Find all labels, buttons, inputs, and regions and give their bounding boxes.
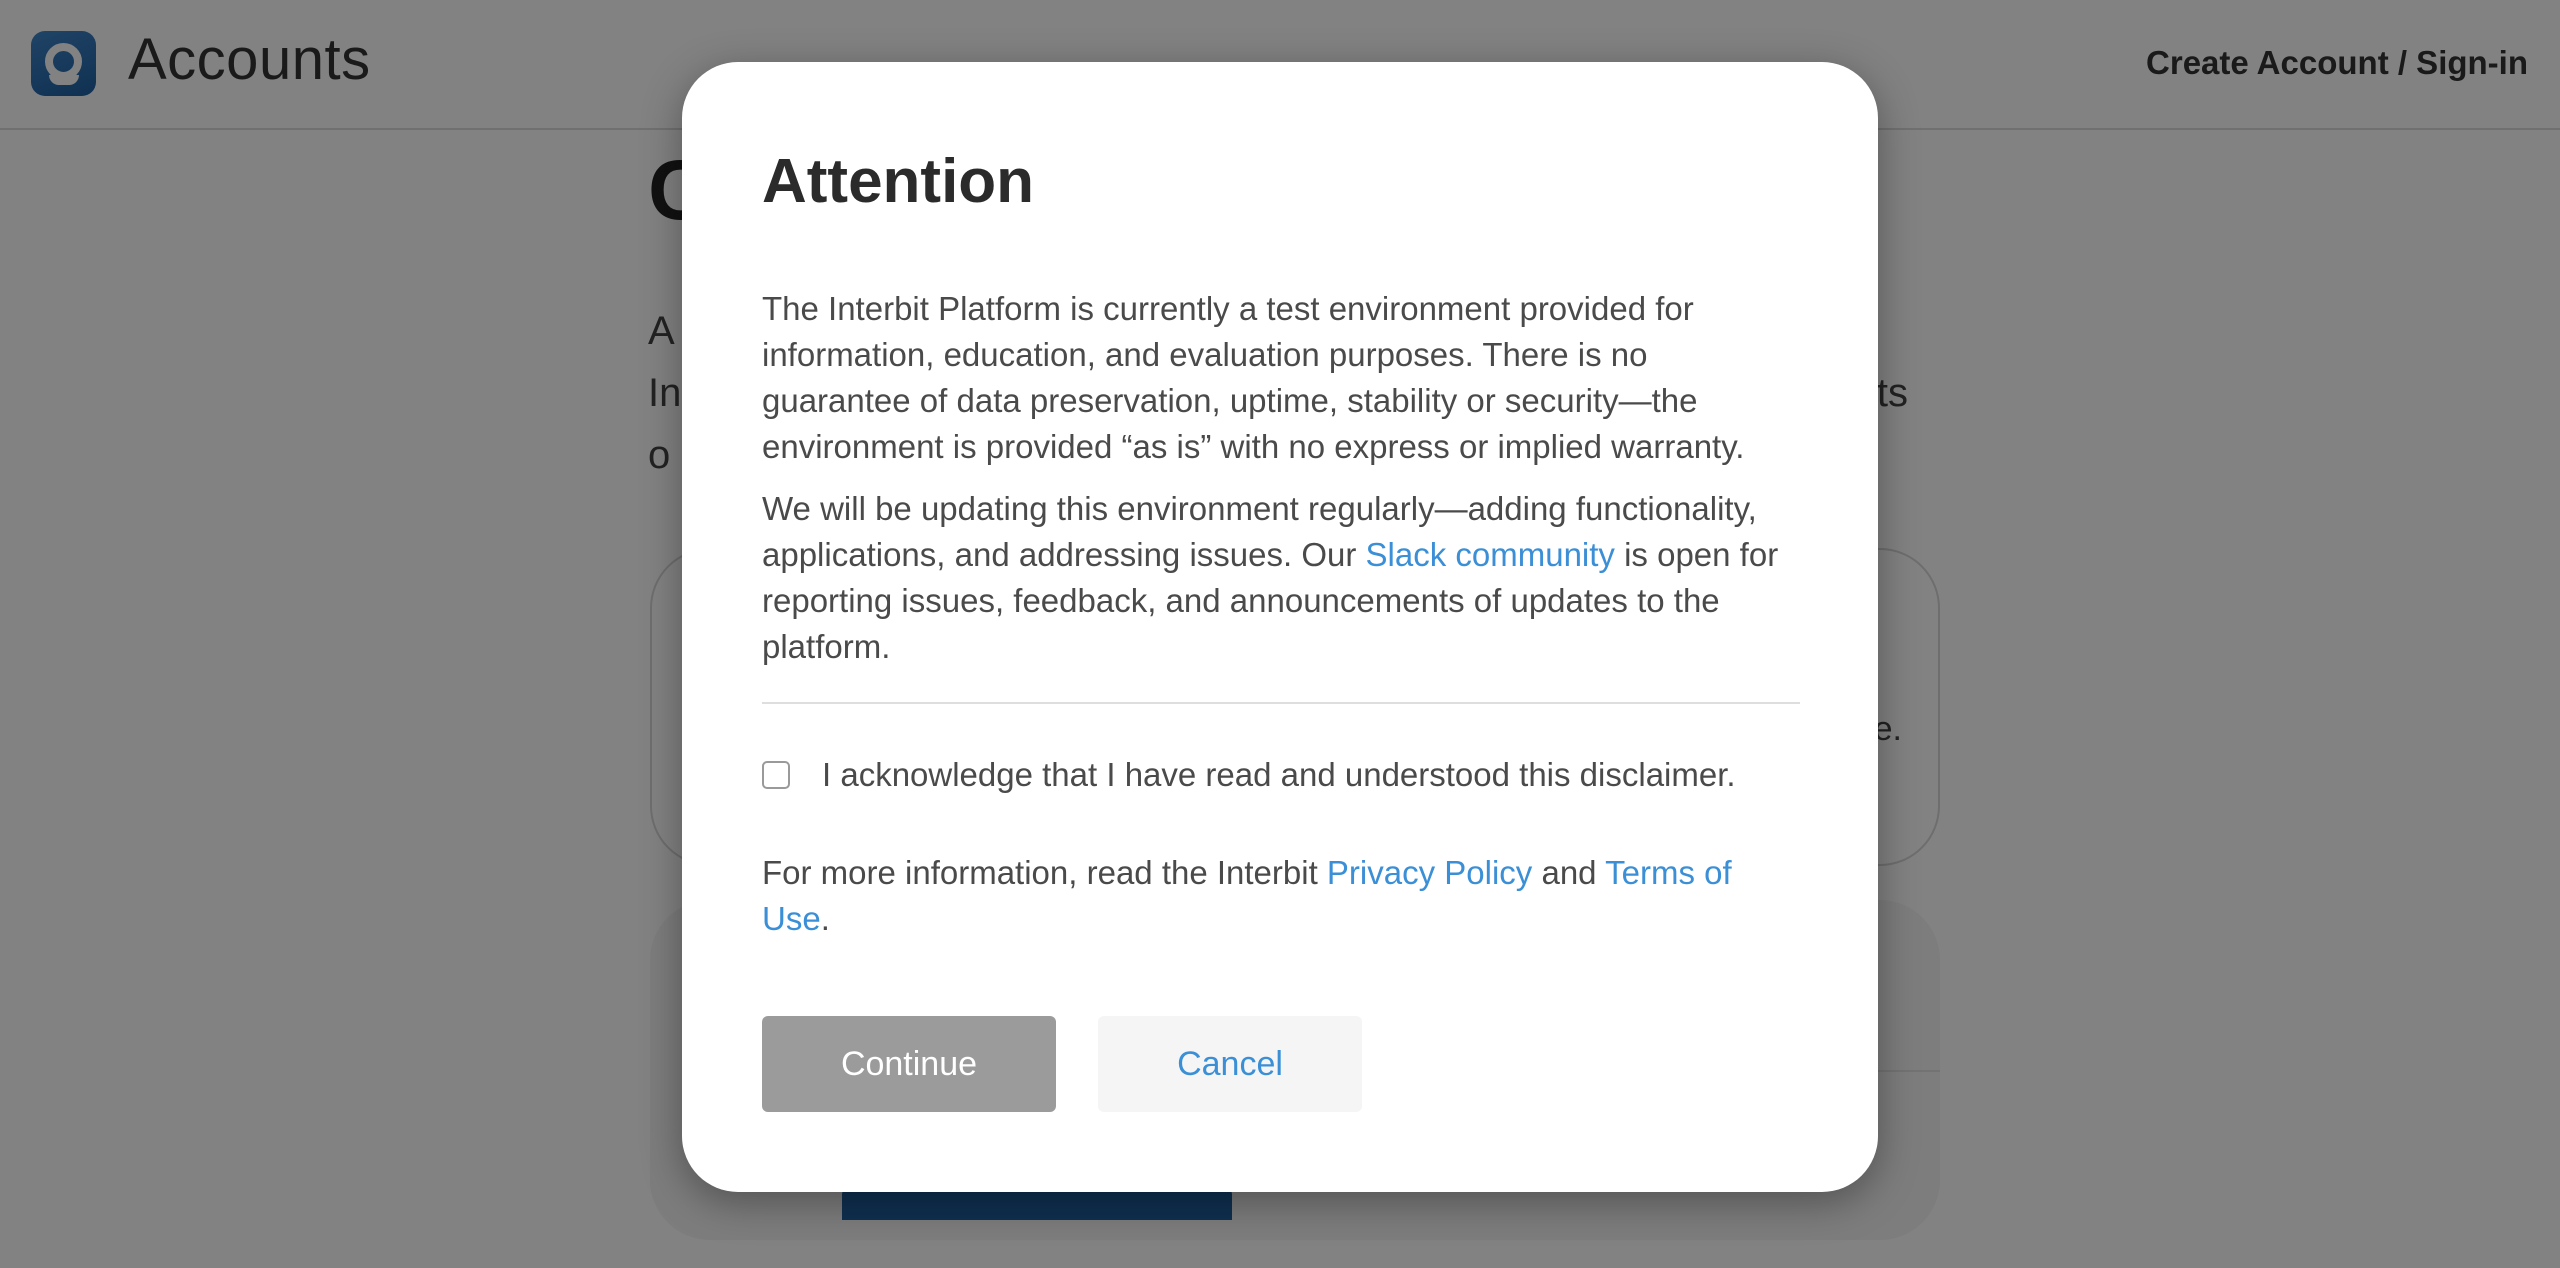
acknowledge-checkbox[interactable] <box>762 761 790 789</box>
privacy-policy-link[interactable]: Privacy Policy <box>1327 854 1532 891</box>
disclaimer-paragraph-2: We will be updating this environment reg… <box>762 486 1802 670</box>
dialog-divider <box>762 702 1800 704</box>
info-text-before: For more information, read the Interbit <box>762 854 1327 891</box>
dialog-title: Attention <box>762 147 1035 216</box>
acknowledge-row[interactable]: I acknowledge that I have read and under… <box>762 750 1736 800</box>
continue-button[interactable]: Continue <box>762 1016 1056 1112</box>
info-text-end: . <box>820 900 830 937</box>
disclaimer-paragraph-1: The Interbit Platform is currently a tes… <box>762 290 1745 465</box>
slack-community-link[interactable]: Slack community <box>1366 536 1615 573</box>
attention-dialog: Attention The Interbit Platform is curre… <box>682 62 1878 1192</box>
info-text-and: and <box>1532 854 1606 891</box>
acknowledge-label[interactable]: I acknowledge that I have read and under… <box>822 756 1736 794</box>
cancel-button[interactable]: Cancel <box>1098 1016 1362 1112</box>
more-info-paragraph: For more information, read the Interbit … <box>762 850 1802 942</box>
